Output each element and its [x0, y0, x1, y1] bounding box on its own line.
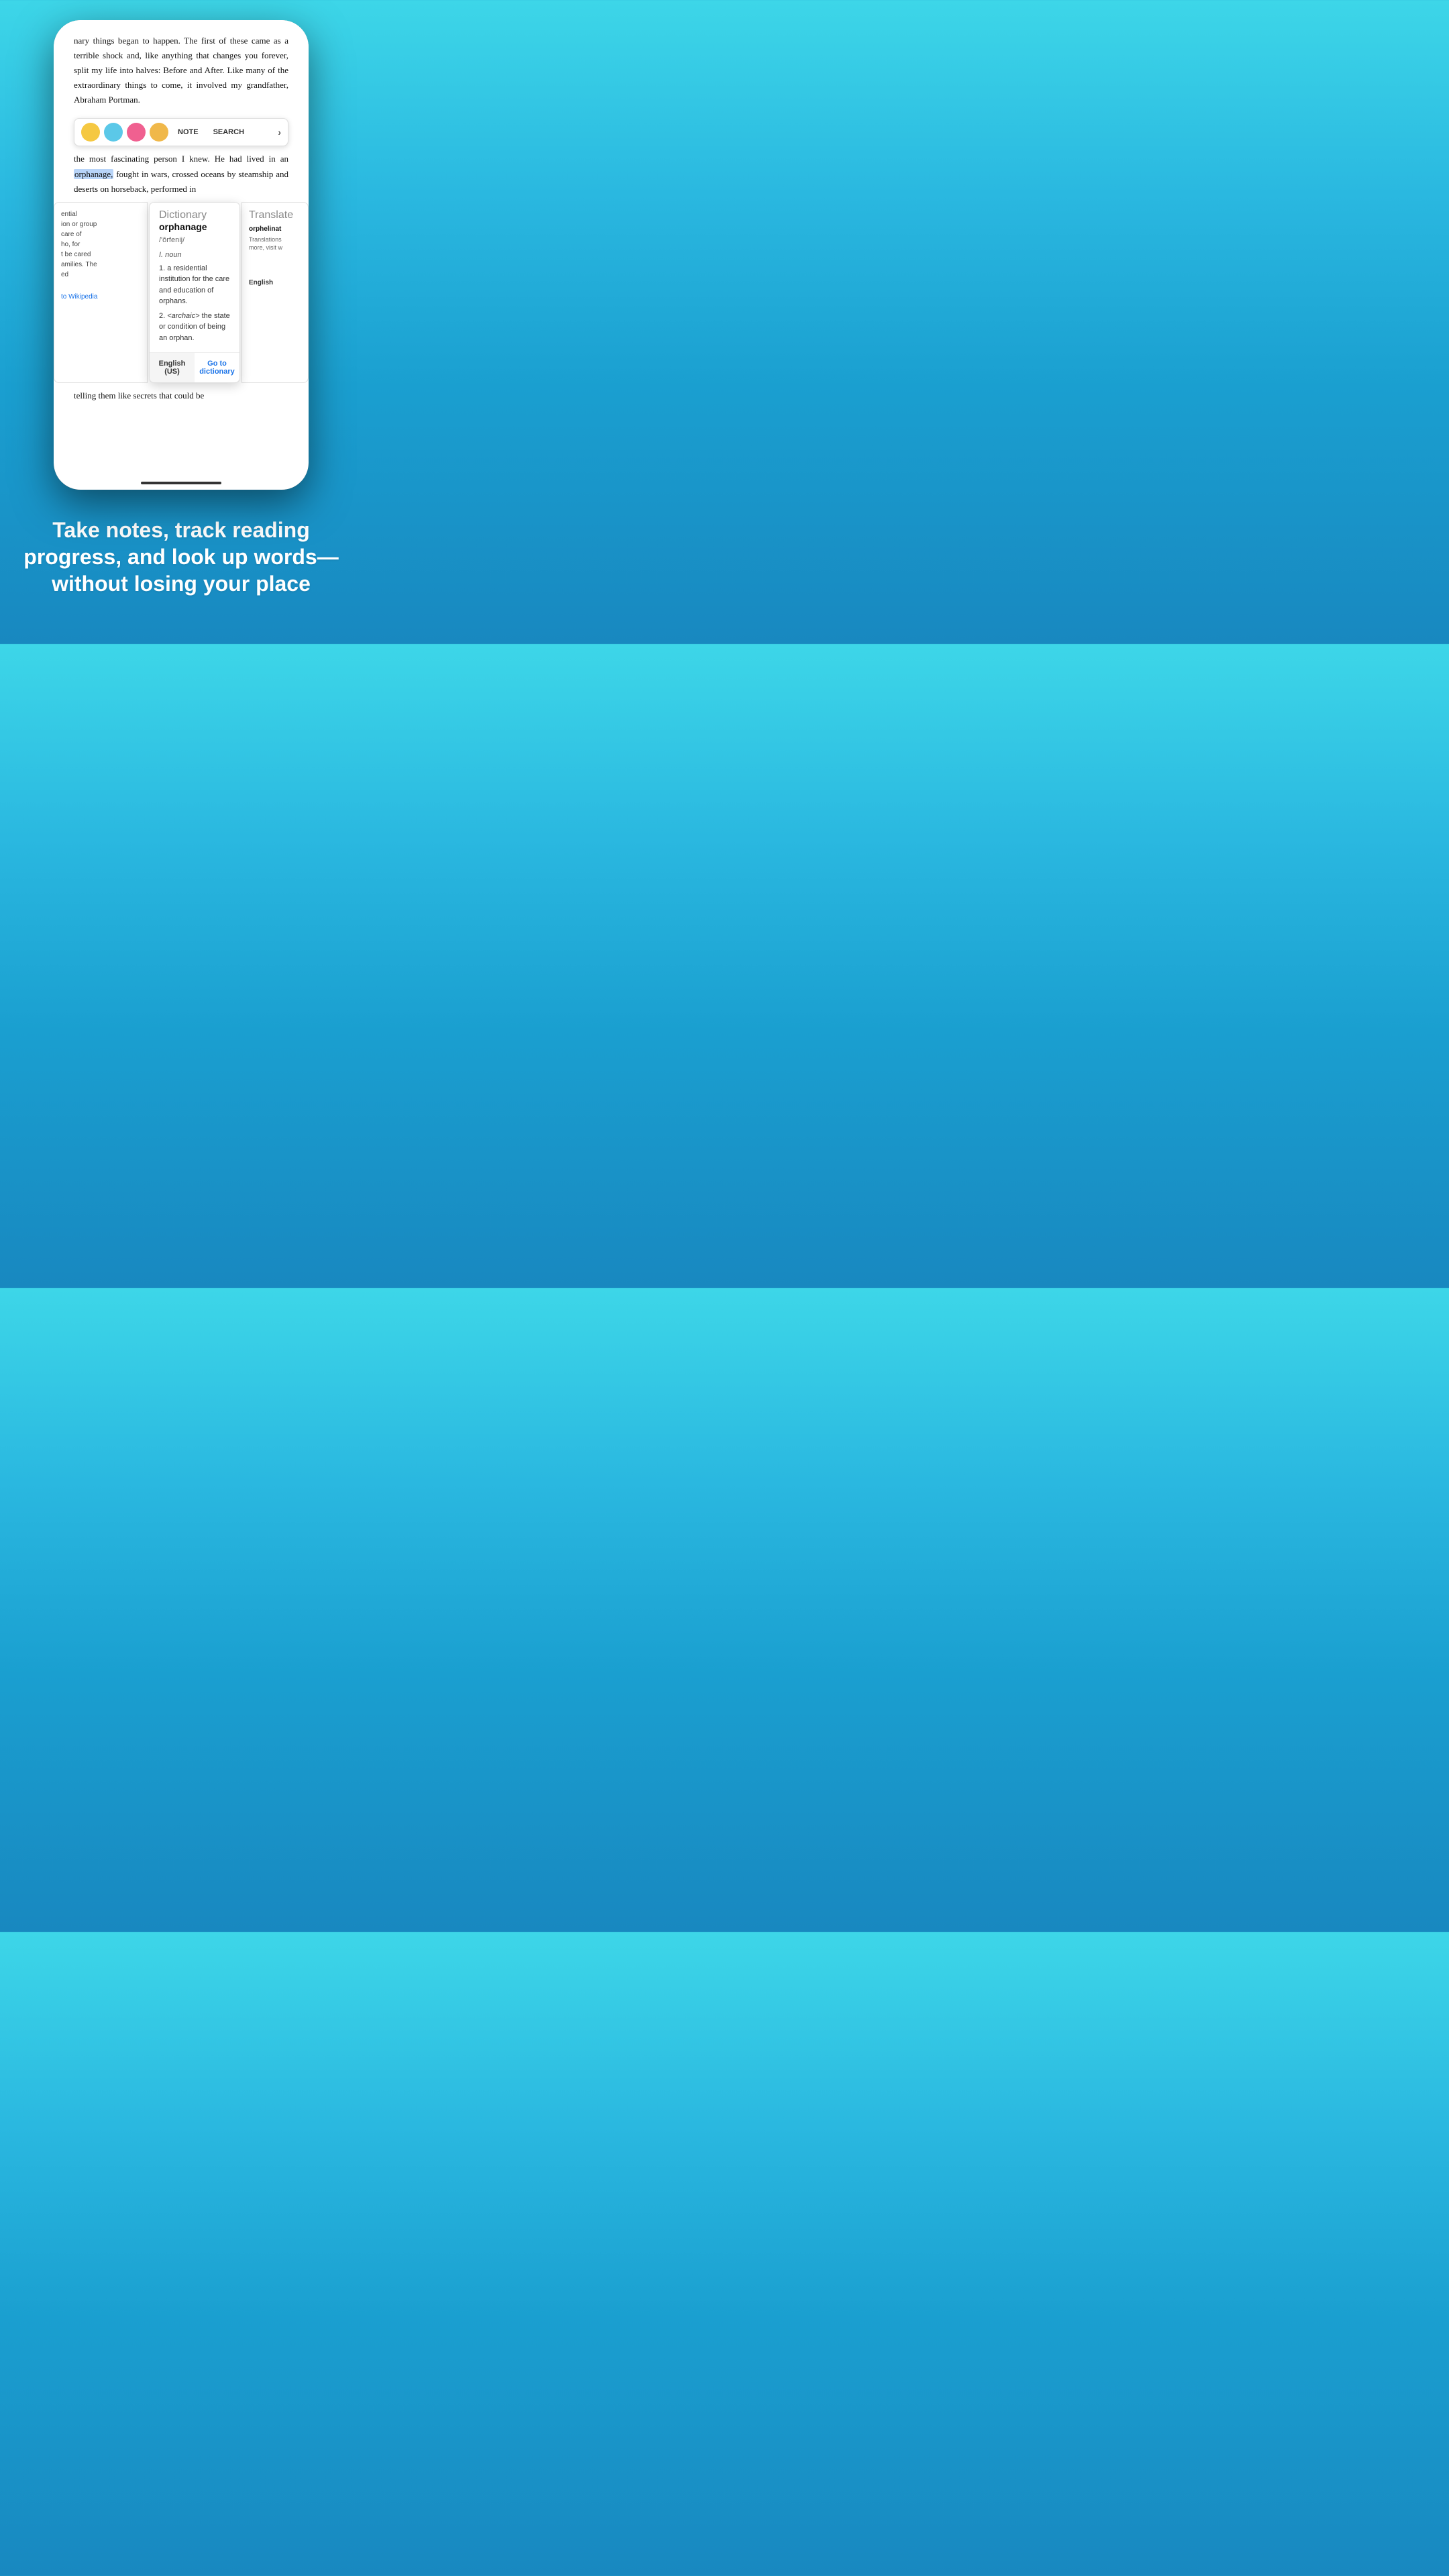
phone-wrapper: nary things began to happen. The first o… [0, 0, 362, 496]
highlight-toolbar: NOTE SEARCH › [74, 118, 288, 146]
dictionary-word: orphanage [159, 221, 207, 232]
wikipedia-link[interactable]: to Wikipedia [61, 293, 140, 301]
popup-row: entialion or groupcare ofho, fort be car… [54, 202, 309, 384]
color-dot-orange[interactable] [150, 123, 168, 142]
dictionary-pronunciation: /'ôrfenij/ [159, 236, 184, 244]
tagline-section: Take notes, track reading progress, and … [0, 496, 362, 624]
translate-text: Translationsmore, visit w [249, 235, 301, 252]
book-text-mid: the most fascinating person I knew. He h… [54, 146, 309, 201]
book-text-before-highlight: the most fascinating person I knew. He h… [74, 154, 288, 164]
book-text-top: nary things began to happen. The first o… [54, 20, 309, 114]
dictionary-english-btn[interactable]: English (US) [150, 353, 195, 382]
book-text-bottom-content: telling them like secrets that could be [74, 390, 204, 400]
tagline-text: Take notes, track reading progress, and … [20, 517, 342, 597]
wikipedia-text: entialion or groupcare ofho, fort be car… [61, 209, 140, 280]
dictionary-definitions: 1. a residential institution for the car… [150, 260, 239, 353]
dictionary-footer: English (US) Go to dictionary [150, 352, 239, 382]
phone-device: nary things began to happen. The first o… [54, 20, 309, 490]
toolbar-arrow[interactable]: › [278, 127, 281, 138]
note-button[interactable]: NOTE [172, 125, 204, 139]
book-text-top-content: nary things began to happen. The first o… [74, 36, 288, 105]
dictionary-pos: I. noun [150, 250, 239, 260]
dictionary-word-row: orphanage /'ôrfenij/ [159, 221, 230, 246]
dictionary-header: Dictionary orphanage /'ôrfenij/ [150, 203, 239, 250]
dictionary-title: Dictionary [159, 209, 230, 221]
home-indicator [141, 482, 221, 484]
translate-panel: Translate orphelinat Translationsmore, v… [241, 202, 309, 384]
dictionary-panel: Dictionary orphanage /'ôrfenij/ I. noun … [149, 202, 240, 384]
highlighted-word[interactable]: orphanage, [74, 169, 113, 179]
book-text-bottom: telling them like secrets that could be [54, 383, 309, 413]
translate-title: Translate [249, 209, 301, 221]
color-dot-pink[interactable] [127, 123, 146, 142]
wikipedia-panel: entialion or groupcare ofho, fort be car… [54, 202, 148, 384]
color-dot-blue[interactable] [104, 123, 123, 142]
phone-screen: nary things began to happen. The first o… [54, 20, 309, 490]
dict-def-2: 2. <archaic> the state or condition of b… [159, 311, 230, 344]
search-button[interactable]: SEARCH [208, 125, 250, 139]
translate-word: orphelinat [249, 225, 301, 233]
translate-footer-label[interactable]: English [249, 279, 301, 286]
color-dot-yellow[interactable] [81, 123, 100, 142]
dict-def-1: 1. a residential institution for the car… [159, 263, 230, 307]
dictionary-goto-btn[interactable]: Go to dictionary [195, 353, 239, 382]
